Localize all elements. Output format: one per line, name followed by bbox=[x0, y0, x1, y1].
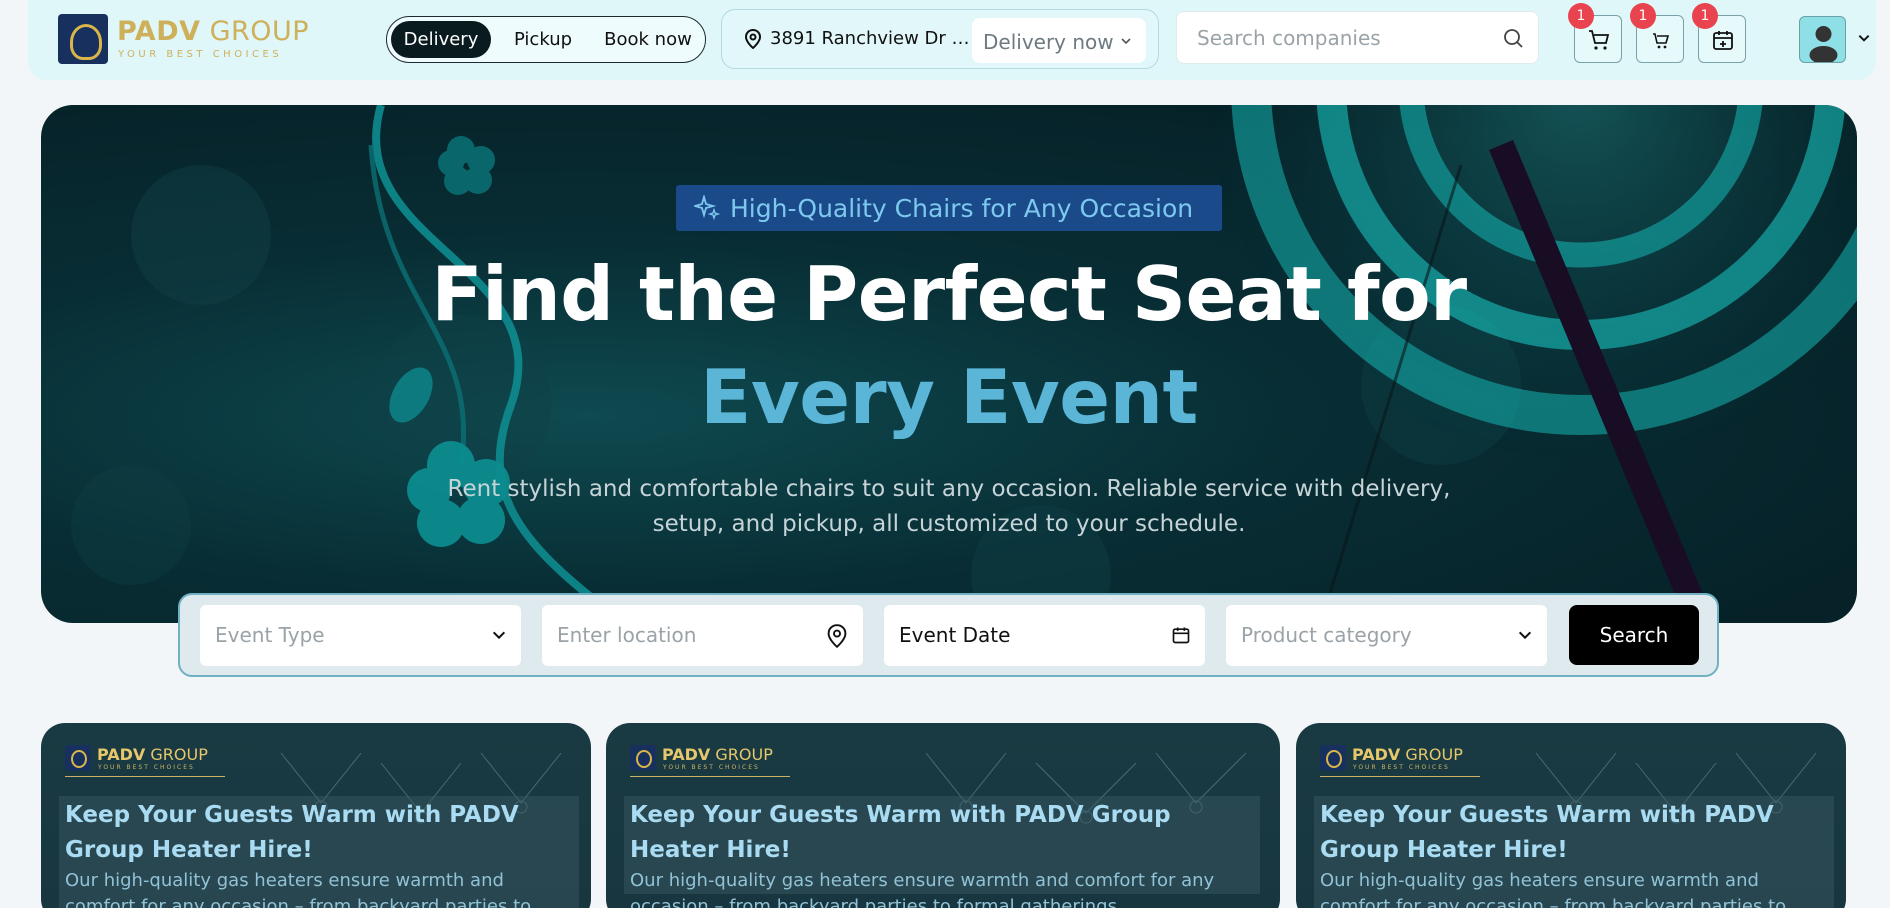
brand-tagline: YOUR BEST CHOICES bbox=[118, 49, 283, 60]
calendar-plus-icon bbox=[1713, 31, 1733, 50]
card-brand-name: PADV GROUP bbox=[1352, 745, 1463, 764]
shopping-cart-icon bbox=[1653, 33, 1670, 49]
chevron-down-icon bbox=[1121, 38, 1131, 45]
fulfillment-mode-toggle: Delivery Pickup Book now bbox=[386, 16, 706, 63]
hero-title-line2: Every Event bbox=[700, 353, 1198, 441]
cart-icon bbox=[1589, 30, 1610, 50]
user-avatar[interactable] bbox=[1799, 16, 1846, 63]
brand-name: PADV GROUP bbox=[117, 16, 310, 47]
calendar-icon bbox=[1172, 627, 1190, 644]
card-brand-tagline: YOUR BEST CHOICES bbox=[663, 764, 760, 771]
location-placeholder: Enter location bbox=[557, 623, 697, 647]
search-input[interactable] bbox=[1197, 26, 1497, 50]
promo-title: Keep Your Guests Warm with PADV Group He… bbox=[630, 802, 1171, 863]
user-icon bbox=[1809, 26, 1838, 62]
search-button[interactable]: Search bbox=[1569, 605, 1699, 665]
event-search-bar: Event Type Enter location Event Date Pro… bbox=[178, 593, 1719, 677]
hero-subtitle: Rent stylish and comfortable chairs to s… bbox=[447, 476, 1451, 537]
search-icon[interactable] bbox=[1502, 27, 1524, 49]
product-category-placeholder: Product category bbox=[1241, 623, 1412, 647]
location-input[interactable]: Enter location bbox=[542, 605, 863, 666]
card-brand-tagline: YOUR BEST CHOICES bbox=[1353, 764, 1450, 771]
delivery-address-box: 3891 Ranchview Dr Richardson, California… bbox=[721, 9, 1159, 69]
chevron-down-icon bbox=[1518, 631, 1532, 640]
map-pin-icon bbox=[744, 29, 762, 49]
promo-text-panel: Keep Your Guests Warm with PADV Group He… bbox=[59, 796, 579, 908]
delivery-time-select[interactable]: Delivery now bbox=[972, 18, 1146, 63]
event-date-picker[interactable]: Event Date bbox=[884, 605, 1205, 666]
cart-count-badge: 1 bbox=[1568, 3, 1594, 29]
shopping-cart-count-badge: 1 bbox=[1630, 3, 1656, 29]
map-pin-icon bbox=[827, 624, 847, 648]
promo-text-panel: Keep Your Guests Warm with PADV Group He… bbox=[624, 796, 1260, 908]
hero-title-line1: Find the Perfect Seat for bbox=[431, 250, 1467, 338]
chevron-down-icon[interactable] bbox=[1857, 31, 1871, 45]
hero-tagline-pill: High-Quality Chairs for Any Occasion bbox=[676, 185, 1222, 231]
card-brand-name: PADV GROUP bbox=[97, 745, 208, 764]
delivery-time-value: Delivery now bbox=[983, 30, 1114, 54]
promo-title: Keep Your Guests Warm with PADV Group He… bbox=[1320, 802, 1774, 863]
product-category-select[interactable]: Product category bbox=[1226, 605, 1547, 666]
promo-text-panel: Keep Your Guests Warm with PADV Group He… bbox=[1314, 796, 1834, 908]
card-brand-logo: PADV GROUP YOUR BEST CHOICES bbox=[1320, 743, 1480, 777]
bookings-button[interactable]: 1 bbox=[1692, 3, 1746, 63]
event-type-placeholder: Event Type bbox=[215, 623, 325, 647]
brand-logo[interactable]: PADV GROUP YOUR BEST CHOICES bbox=[58, 14, 318, 64]
card-brand-logo: PADV GROUP YOUR BEST CHOICES bbox=[65, 743, 225, 777]
promo-body: Our high-quality gas heaters ensure warm… bbox=[65, 870, 532, 908]
cart-button[interactable]: 1 bbox=[1568, 3, 1622, 63]
crest-icon bbox=[65, 745, 91, 771]
card-brand-logo: PADV GROUP YOUR BEST CHOICES bbox=[630, 743, 790, 777]
promo-card[interactable]: PADV GROUP YOUR BEST CHOICES Keep Your G… bbox=[606, 723, 1280, 908]
mode-book-now-button[interactable]: Book now bbox=[595, 21, 701, 58]
crest-icon bbox=[1320, 745, 1346, 771]
promo-body: Our high-quality gas heaters ensure warm… bbox=[630, 870, 1215, 908]
promo-card[interactable]: PADV GROUP YOUR BEST CHOICES Keep Your G… bbox=[41, 723, 591, 908]
promo-body: Our high-quality gas heaters ensure warm… bbox=[1320, 870, 1787, 908]
promo-card[interactable]: PADV GROUP YOUR BEST CHOICES Keep Your G… bbox=[1296, 723, 1846, 908]
sparkles-icon bbox=[694, 195, 720, 221]
mode-pickup-button[interactable]: Pickup bbox=[501, 21, 585, 58]
shopping-cart-button[interactable]: 1 bbox=[1630, 3, 1684, 63]
card-brand-name: PADV GROUP bbox=[662, 745, 773, 764]
crest-icon bbox=[58, 14, 108, 64]
hero-banner: High-Quality Chairs for Any Occasion Fin… bbox=[41, 105, 1857, 623]
promo-title: Keep Your Guests Warm with PADV Group He… bbox=[65, 802, 519, 863]
company-search bbox=[1176, 11, 1539, 64]
chevron-down-icon bbox=[492, 631, 506, 640]
bookings-count-badge: 1 bbox=[1692, 3, 1718, 29]
hero-tagline-text: High-Quality Chairs for Any Occasion bbox=[730, 194, 1194, 223]
top-header: PADV GROUP YOUR BEST CHOICES Delivery Pi… bbox=[28, 0, 1876, 80]
mode-delivery-button[interactable]: Delivery bbox=[391, 21, 491, 58]
event-date-label: Event Date bbox=[899, 623, 1011, 647]
card-brand-tagline: YOUR BEST CHOICES bbox=[98, 764, 195, 771]
crest-icon bbox=[630, 745, 656, 771]
event-type-select[interactable]: Event Type bbox=[200, 605, 521, 666]
delivery-address[interactable]: 3891 Ranchview Dr Richardson, California… bbox=[770, 28, 970, 49]
